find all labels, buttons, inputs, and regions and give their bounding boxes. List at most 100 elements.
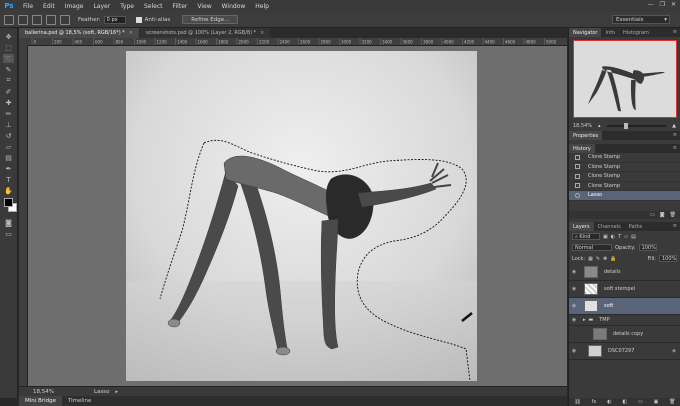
zoom-in-icon[interactable]: ▲: [672, 123, 676, 129]
layer-name[interactable]: TMP: [599, 317, 609, 323]
delete-layer-icon[interactable]: 🗑: [669, 399, 675, 405]
adjustment-layer-icon[interactable]: ◧: [622, 399, 627, 405]
feather-input[interactable]: 0 px: [103, 15, 126, 24]
history-item[interactable]: Clone Stamp: [569, 182, 680, 191]
filter-shape-icon[interactable]: ▱: [624, 234, 628, 240]
layer-row[interactable]: ◉ soft stempel: [569, 281, 680, 298]
lock-transparency-icon[interactable]: ▦: [588, 256, 593, 262]
doc-tab-ballerina[interactable]: ballerina.psd @ 18,5% (soft, RGB/16*) * …: [19, 28, 139, 38]
history-brush-tool-icon[interactable]: ↺: [3, 131, 14, 140]
close-icon[interactable]: ×: [260, 30, 264, 36]
refine-edge-button[interactable]: Refine Edge...: [182, 15, 239, 24]
history-item[interactable]: Clone Stamp: [569, 153, 680, 163]
restore-button[interactable]: ❐: [660, 1, 665, 8]
menu-window[interactable]: Window: [217, 3, 251, 10]
new-selection-icon[interactable]: [18, 14, 28, 25]
new-group-icon[interactable]: ▭: [638, 399, 643, 405]
move-tool-icon[interactable]: ✥: [3, 32, 14, 41]
quick-select-tool-icon[interactable]: ✎: [3, 65, 14, 74]
anti-alias-checkbox[interactable]: [135, 16, 142, 23]
screen-mode-icon[interactable]: ▭: [3, 229, 14, 238]
brush-tool-icon[interactable]: ✏: [3, 109, 14, 118]
zoom-level[interactable]: 18,54%: [33, 389, 54, 395]
layer-name[interactable]: details copy: [613, 331, 643, 337]
layer-name[interactable]: soft stempel: [604, 286, 635, 292]
filter-type-icon[interactable]: T: [618, 234, 621, 240]
panel-menu-icon[interactable]: ≡: [673, 132, 677, 138]
menu-edit[interactable]: Edit: [38, 3, 60, 10]
tab-timeline[interactable]: Timeline: [62, 396, 97, 406]
eye-icon[interactable]: ◉: [569, 348, 579, 354]
filter-adjustment-icon[interactable]: ◐: [611, 234, 615, 240]
marquee-tool-icon[interactable]: ⬚: [3, 43, 14, 52]
canvas-area[interactable]: [28, 46, 567, 386]
menu-select[interactable]: Select: [139, 3, 168, 10]
doc-tab-screenshots[interactable]: screenshots.psd @ 100% (Layer 2, RGB/8) …: [139, 28, 271, 38]
layer-kind-filter[interactable]: ⌕ Kind: [572, 233, 600, 240]
trash-icon[interactable]: 🗑: [670, 212, 676, 218]
layer-name[interactable]: DSC07297: [608, 348, 634, 354]
menu-filter[interactable]: Filter: [168, 3, 193, 10]
lasso-tool-icon[interactable]: ➰: [3, 54, 14, 63]
navigator-view-frame[interactable]: [573, 40, 677, 118]
panel-menu-icon[interactable]: ≡: [673, 29, 677, 35]
add-selection-icon[interactable]: [32, 14, 42, 25]
fill-input[interactable]: 100%: [659, 255, 677, 262]
lock-pixels-icon[interactable]: ✎: [596, 256, 600, 262]
workspace-select[interactable]: Essentials ▾: [612, 15, 670, 24]
layer-row-selected[interactable]: ◉ soft: [569, 298, 680, 315]
navigator-zoom-value[interactable]: 18,54%: [573, 123, 592, 129]
chevron-right-icon[interactable]: ▸: [583, 317, 586, 323]
eye-icon[interactable]: ◉: [569, 269, 579, 275]
tab-layers[interactable]: Layers: [569, 222, 594, 231]
menu-layer[interactable]: Layer: [88, 3, 115, 10]
layer-row[interactable]: details copy: [569, 326, 680, 343]
history-item[interactable]: Clone Stamp: [569, 172, 680, 182]
tab-mini-bridge[interactable]: Mini Bridge: [19, 396, 62, 406]
tab-navigator[interactable]: Navigator: [569, 28, 602, 37]
type-tool-icon[interactable]: T: [3, 175, 14, 184]
lock-all-icon[interactable]: 🔒: [610, 256, 616, 262]
navigator-preview[interactable]: [573, 40, 677, 118]
tab-channels[interactable]: Channels: [594, 222, 625, 231]
layer-row[interactable]: ◉ DSC07297 ◈: [569, 343, 680, 360]
eraser-tool-icon[interactable]: ▱: [3, 142, 14, 151]
opacity-input[interactable]: 100%: [638, 244, 657, 251]
tab-info[interactable]: Info: [601, 28, 618, 37]
eye-icon[interactable]: ◉: [569, 286, 579, 292]
crop-tool-icon[interactable]: ⌗: [3, 76, 14, 85]
layer-style-icon[interactable]: fx: [592, 399, 597, 405]
panel-menu-icon[interactable]: ≡: [673, 223, 677, 229]
panel-menu-icon[interactable]: ≡: [673, 145, 677, 151]
healing-tool-icon[interactable]: ✚: [3, 98, 14, 107]
menu-file[interactable]: File: [18, 3, 38, 10]
subtract-selection-icon[interactable]: [46, 14, 56, 25]
intersect-selection-icon[interactable]: [60, 14, 70, 25]
quick-mask-icon[interactable]: ◙: [3, 218, 14, 227]
blend-mode-select[interactable]: Normal: [572, 244, 612, 251]
close-button[interactable]: ✕: [671, 1, 676, 8]
snapshot-icon[interactable]: ◙: [660, 212, 665, 218]
zoom-out-icon[interactable]: ▴: [598, 123, 601, 129]
lock-position-icon[interactable]: ✥: [603, 256, 607, 262]
history-item[interactable]: Lasso: [569, 191, 680, 201]
new-layer-icon[interactable]: ▣: [654, 399, 659, 405]
menu-image[interactable]: Image: [60, 3, 89, 10]
close-icon[interactable]: ×: [129, 30, 133, 36]
layer-group-row[interactable]: ◉ ▸ ▬ TMP: [569, 315, 680, 326]
clone-stamp-tool-icon[interactable]: ⊥: [3, 120, 14, 129]
eye-icon[interactable]: ◉: [569, 303, 579, 309]
hand-tool-icon[interactable]: ✋: [3, 186, 14, 195]
layer-name[interactable]: soft: [604, 303, 613, 309]
eyedropper-tool-icon[interactable]: ✐: [3, 87, 14, 96]
tab-paths[interactable]: Paths: [625, 222, 647, 231]
pen-tool-icon[interactable]: ✒: [3, 164, 14, 173]
layer-row[interactable]: ◉ details: [569, 264, 680, 281]
new-document-icon[interactable]: ▭: [650, 212, 655, 218]
tab-histogram[interactable]: Histogram: [619, 28, 653, 37]
chevron-right-icon[interactable]: ▸: [116, 389, 119, 395]
history-item[interactable]: Clone Stamp: [569, 163, 680, 172]
layer-mask-icon[interactable]: ◐: [607, 399, 611, 405]
menu-type[interactable]: Type: [115, 3, 139, 10]
layer-name[interactable]: details: [604, 269, 621, 275]
